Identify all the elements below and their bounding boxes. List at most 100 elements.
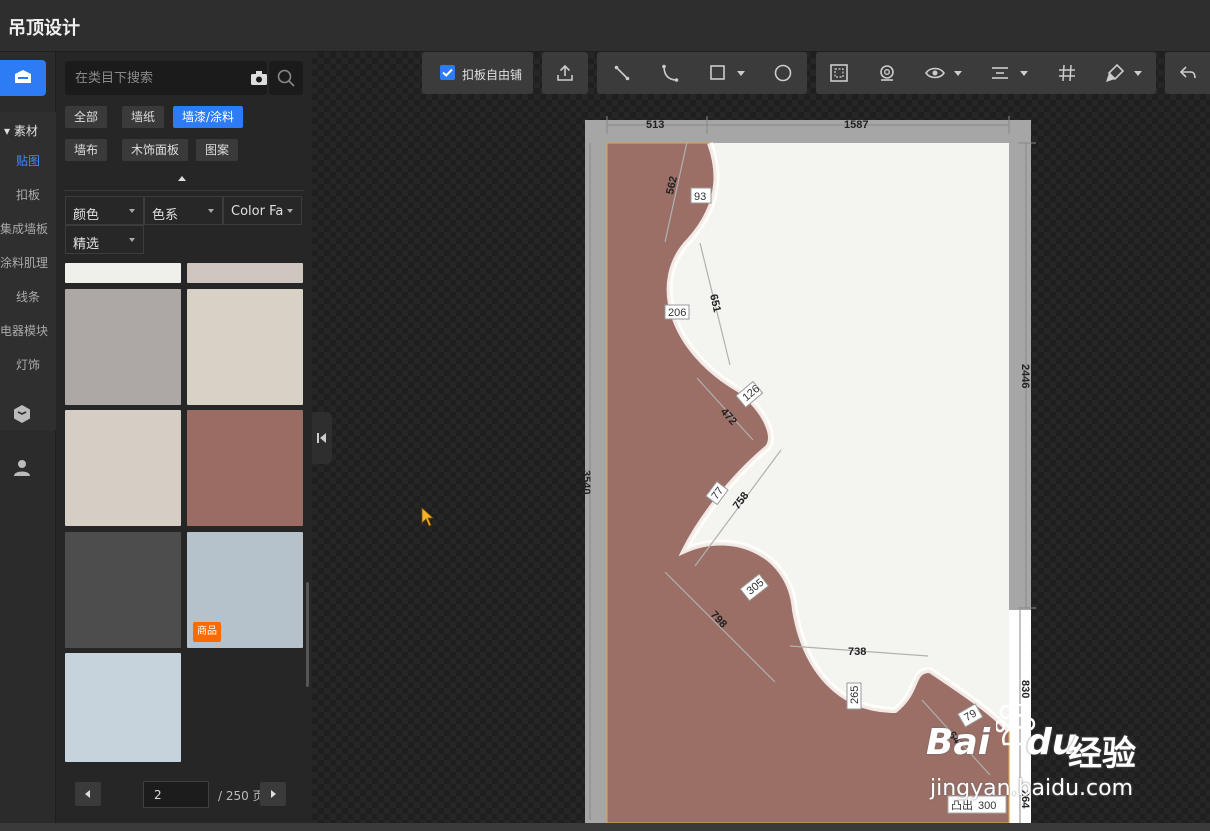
category-pattern[interactable]: 图案	[196, 139, 239, 161]
chevron-left-icon	[85, 790, 90, 798]
rail-item-coating[interactable]: 涂料肌理	[0, 248, 56, 278]
rail-item-lines[interactable]: 线条	[0, 282, 56, 312]
panel-divider	[64, 190, 304, 191]
chevron-down-icon	[287, 209, 293, 213]
dim-seg1-gap: 93	[694, 191, 706, 203]
align-icon[interactable]	[991, 65, 1009, 81]
dim-left: 3540	[580, 470, 592, 494]
eye-icon[interactable]	[925, 65, 945, 81]
camera-icon[interactable]	[251, 71, 267, 85]
dim-right-upper: 2446	[1019, 364, 1031, 388]
chevron-down-icon	[208, 209, 214, 213]
free-layout-label: 扣板自由铺	[462, 68, 523, 82]
chevron-right-icon	[271, 790, 276, 798]
category-wallpaper[interactable]: 墙纸	[122, 106, 165, 128]
filter-color-family-label: 色系	[152, 208, 179, 223]
dim-seg6-gap: 265	[849, 686, 861, 704]
material-panel: 全部 墙纸 墙漆/涂料 墙布 木饰面板 图案 颜色 色系 Color Fa 精选…	[56, 52, 312, 831]
swatch-0[interactable]	[65, 263, 181, 283]
filter-color-fan-label: Color Fa	[231, 204, 284, 219]
title-bar: 吊顶设计	[0, 0, 1210, 52]
free-layout-toggle[interactable]: 扣板自由铺	[422, 52, 533, 94]
cube-icon[interactable]	[12, 404, 32, 424]
watermark-url: jingyan.baidu.com	[930, 776, 1134, 801]
dim-right-lower: 830	[1019, 680, 1031, 698]
material-submenu: ▾ 素材 贴图 扣板 集成墙板 涂料肌理 线条 电器模块 灯饰	[0, 112, 56, 430]
chevron-down-icon[interactable]	[954, 71, 962, 76]
category-wallcloth[interactable]: 墙布	[65, 139, 108, 161]
user-icon[interactable]	[12, 458, 32, 478]
undo-icon	[1179, 66, 1196, 79]
draw-tools	[597, 52, 807, 94]
brush-icon[interactable]	[1105, 63, 1125, 83]
category-wood-veneer[interactable]: 木饰面板	[122, 139, 189, 161]
mouse-cursor-icon	[421, 507, 435, 527]
line-icon[interactable]	[614, 65, 630, 81]
filter-color-label: 颜色	[73, 208, 100, 223]
watermark-suffix: 经验	[1068, 734, 1136, 774]
search-button[interactable]	[269, 61, 303, 95]
filter-color-fan[interactable]: Color Fa	[223, 196, 302, 225]
swatch-6[interactable]	[65, 532, 181, 648]
rail-item-electrical[interactable]: 电器模块	[0, 316, 56, 346]
home-button[interactable]	[0, 60, 46, 96]
view-tools	[816, 52, 1156, 94]
protrusion-value: 300	[978, 800, 996, 812]
next-page-button[interactable]	[260, 782, 286, 806]
chevron-down-icon[interactable]	[737, 71, 745, 76]
filter-color[interactable]: 颜色	[65, 196, 144, 225]
swatch-3[interactable]	[187, 289, 303, 405]
swatch-5[interactable]	[187, 410, 303, 526]
bottom-bar	[0, 823, 1210, 831]
rectangle-icon[interactable]	[710, 65, 725, 80]
dim-top-right: 1587	[844, 119, 868, 131]
frame-icon[interactable]	[830, 64, 848, 82]
camera-view-icon[interactable]	[878, 64, 896, 82]
chevron-down-icon	[129, 209, 135, 213]
filter-featured[interactable]: 精选	[65, 225, 144, 254]
collapse-categories-icon[interactable]	[178, 176, 186, 181]
filter-color-family[interactable]: 色系	[144, 196, 223, 225]
search-icon	[277, 69, 295, 87]
swatch-4[interactable]	[65, 410, 181, 526]
search-box	[65, 61, 267, 95]
product-badge: 商品	[193, 622, 221, 642]
upload-button[interactable]	[542, 52, 588, 94]
checkbox[interactable]	[440, 65, 455, 80]
ceiling-drawing[interactable]: 513 1587 3540 2446 830 264 562 93 651 20…	[570, 110, 1050, 823]
filter-featured-label: 精选	[73, 237, 100, 252]
section-label-material[interactable]: ▾ 素材	[4, 122, 38, 139]
swatch-8[interactable]	[65, 653, 181, 762]
rail-item-wallboard[interactable]: 集成墙板	[0, 214, 56, 244]
collapse-bar-icon	[317, 433, 319, 443]
chevron-down-icon	[129, 238, 135, 242]
arc-icon[interactable]	[661, 64, 679, 82]
chevron-down-icon[interactable]	[1134, 71, 1142, 76]
rail-item-panel[interactable]: 扣板	[0, 180, 56, 210]
category-all[interactable]: 全部	[65, 106, 108, 128]
search-input[interactable]	[75, 69, 235, 87]
swatch-1[interactable]	[187, 263, 303, 283]
chevron-down-icon[interactable]	[1020, 71, 1028, 76]
circle-icon[interactable]	[774, 64, 792, 82]
swatch-7[interactable]: 商品	[187, 532, 303, 648]
chevron-left-icon	[320, 433, 326, 443]
rail-item-lighting[interactable]: 灯饰	[0, 350, 56, 380]
collapse-panel-button[interactable]	[312, 412, 332, 464]
scrollbar[interactable]	[306, 582, 309, 687]
swatch-2[interactable]	[65, 289, 181, 405]
left-rail: ▾ 素材 贴图 扣板 集成墙板 涂料肌理 线条 电器模块 灯饰	[0, 52, 56, 831]
watermark-brand: Bai	[926, 722, 991, 763]
undo-button[interactable]	[1165, 52, 1210, 94]
category-paint[interactable]: 墙漆/涂料	[173, 106, 244, 128]
check-icon	[442, 68, 453, 77]
dim-top-left: 513	[646, 119, 664, 131]
upload-icon	[557, 64, 573, 81]
page-total: / 250 页	[218, 789, 265, 803]
home-icon	[15, 70, 31, 83]
dim-seg2-gap: 206	[668, 307, 686, 319]
rail-item-texture[interactable]: 贴图	[0, 146, 56, 176]
grid-icon[interactable]	[1058, 64, 1076, 82]
prev-page-button[interactable]	[75, 782, 101, 806]
page-input[interactable]	[143, 781, 209, 808]
